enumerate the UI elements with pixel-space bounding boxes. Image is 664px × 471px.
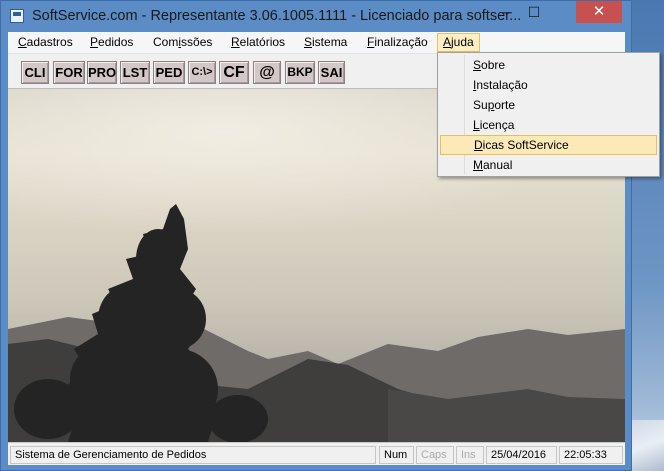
toolbar-button-sai[interactable]: SAI [318, 61, 345, 84]
toolbar-button-dos[interactable]: C:\> [188, 61, 216, 84]
toolbar-button-pro[interactable]: PRO [87, 61, 117, 84]
menu-item-instalacao[interactable]: Instalação [440, 75, 657, 95]
toolbar-button-email[interactable]: @ [253, 61, 281, 84]
minimize-icon: ─ [502, 4, 512, 20]
toolbar-button-cli[interactable]: CLI [21, 61, 49, 84]
maximize-icon: ☐ [527, 4, 541, 20]
menu-finalizacao[interactable]: Finalização [367, 35, 428, 49]
toolbar-button-lst[interactable]: LST [120, 61, 150, 84]
toolbar-button-ped[interactable]: PED [153, 61, 185, 84]
help-dropdown-menu: Sobre Instalação Suporte Licença Dicas S… [437, 52, 660, 177]
minimize-button[interactable]: ─ [494, 1, 520, 23]
close-icon: ✕ [592, 3, 606, 20]
status-message: Sistema de Gerenciamento de Pedidos [10, 446, 376, 464]
status-date: 25/04/2016 [486, 446, 557, 464]
menu-relatorios[interactable]: Relatórios [231, 35, 285, 49]
status-num: Num [379, 446, 414, 464]
window-title: SoftService.com - Representante 3.06.100… [32, 8, 522, 24]
status-ins: Ins [456, 446, 484, 464]
title-bar[interactable]: SoftService.com - Representante 3.06.100… [1, 1, 631, 32]
menu-cadastros[interactable]: Cadastros [18, 35, 73, 49]
toolbar-button-cf[interactable]: CF [219, 61, 249, 84]
menu-comissoes[interactable]: Comissões [153, 35, 212, 49]
toolbar-button-for[interactable]: FOR [53, 61, 85, 84]
menu-bar: Cadastros Pedidos Comissões Relatórios S… [8, 32, 625, 53]
close-button[interactable]: ✕ [576, 1, 622, 23]
status-time: 22:05:33 [559, 446, 623, 464]
menu-item-licenca[interactable]: Licença [440, 115, 657, 135]
status-caps: Caps [416, 446, 454, 464]
status-bar: Sistema de Gerenciamento de Pedidos Num … [8, 442, 625, 465]
menu-item-dicas-softservice[interactable]: Dicas SoftService [440, 135, 657, 155]
app-icon[interactable] [10, 9, 24, 23]
toolbar-button-bkp[interactable]: BKP [285, 61, 315, 84]
menu-ajuda[interactable]: Ajuda [437, 33, 480, 52]
menu-pedidos[interactable]: Pedidos [90, 35, 133, 49]
menu-item-sobre[interactable]: Sobre [440, 55, 657, 75]
menu-item-manual[interactable]: Manual [440, 155, 657, 175]
maximize-button[interactable]: ☐ [521, 1, 547, 23]
desktop-wallpaper-detail [630, 420, 664, 471]
menu-sistema[interactable]: Sistema [304, 35, 347, 49]
menu-item-suporte[interactable]: Suporte [440, 95, 657, 115]
